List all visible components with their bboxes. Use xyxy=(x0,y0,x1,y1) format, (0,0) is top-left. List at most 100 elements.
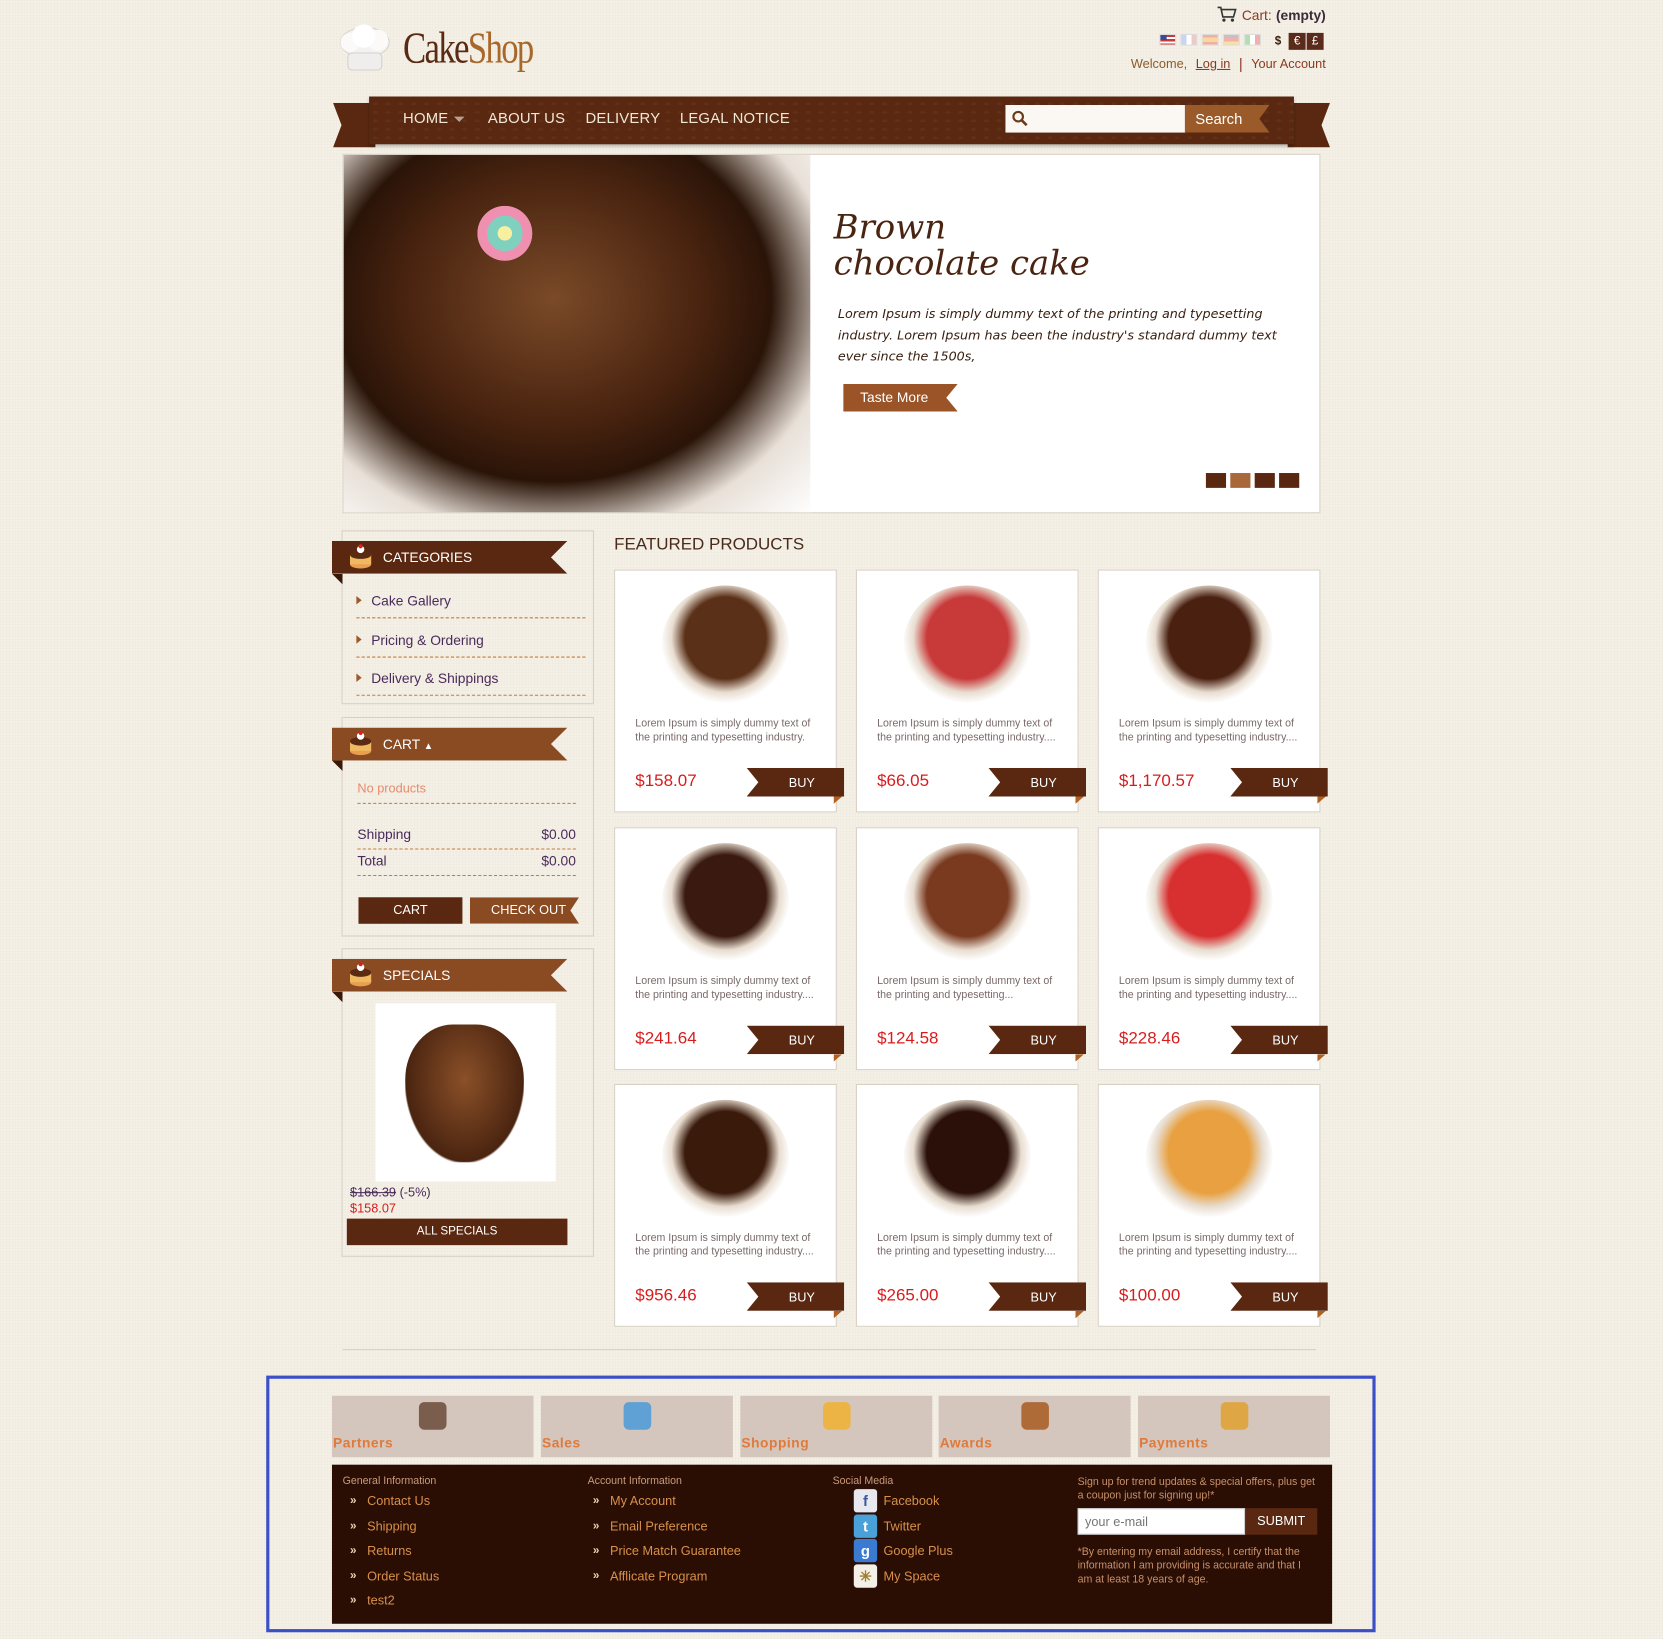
ribbon-fold xyxy=(1075,1054,1084,1062)
account-info-link[interactable]: » Afflicate Program xyxy=(593,1568,707,1583)
account-information-heading: Account Information xyxy=(587,1475,682,1487)
hero-flower-decoration xyxy=(477,205,533,261)
buy-button[interactable]: BUY xyxy=(746,767,845,797)
flag-fr-icon[interactable] xyxy=(1180,33,1198,46)
cake-icon xyxy=(347,730,375,758)
checkout-button[interactable]: CHECK OUT xyxy=(469,897,580,924)
newsletter-disclaimer: *By entering my email address, I certify… xyxy=(1077,1546,1302,1586)
footer-tile-sales[interactable]: Sales xyxy=(540,1395,733,1458)
product-image[interactable] xyxy=(1145,585,1273,703)
newsletter-submit-button[interactable]: SUBMIT xyxy=(1245,1508,1318,1535)
buy-button[interactable]: BUY xyxy=(1230,1282,1328,1311)
product-card: Lorem Ipsum is simply dummy text of the … xyxy=(614,569,845,813)
footer-tile-partners[interactable]: Partners xyxy=(331,1395,534,1458)
social-link[interactable]: g Google Plus xyxy=(853,1538,953,1563)
header-cart[interactable]: Cart: (empty) xyxy=(1216,5,1326,25)
cart-button[interactable]: CART xyxy=(358,897,463,924)
double-chevron-right-icon: » xyxy=(349,1494,357,1508)
ribbon-fold xyxy=(331,760,343,772)
social-link[interactable]: ✳ My Space xyxy=(853,1563,940,1588)
cart-status: (empty) xyxy=(1275,7,1326,24)
ribbon-fold xyxy=(331,573,343,585)
your-account-link[interactable]: Your Account xyxy=(1251,56,1326,71)
flag-it-icon[interactable] xyxy=(1244,33,1262,46)
social-link[interactable]: t Twitter xyxy=(853,1514,921,1538)
account-info-link[interactable]: » My Account xyxy=(593,1493,676,1508)
currency-gbp[interactable]: £ xyxy=(1306,32,1324,50)
search-button[interactable]: Search xyxy=(1184,104,1270,133)
nav-about-us[interactable]: ABOUT US xyxy=(488,109,565,126)
sales-icon xyxy=(623,1402,651,1430)
flag-us-icon[interactable] xyxy=(1159,33,1177,46)
featured-products-title: FEATURED PRODUCTS xyxy=(614,535,805,554)
nav-legal-notice[interactable]: LEGAL NOTICE xyxy=(680,109,790,126)
double-chevron-right-icon: » xyxy=(349,1519,357,1533)
taste-more-button[interactable]: Taste More xyxy=(843,383,958,412)
social-link[interactable]: f Facebook xyxy=(853,1489,939,1513)
buy-button[interactable]: BUY xyxy=(988,1282,1087,1311)
product-card: Lorem Ipsum is simply dummy text of the … xyxy=(614,827,845,1071)
product-image[interactable] xyxy=(903,843,1031,960)
footer-tile-awards[interactable]: Awards xyxy=(938,1395,1131,1458)
account-info-link[interactable]: » Email Preference xyxy=(593,1518,708,1533)
footer-tile-shopping[interactable]: Shopping xyxy=(740,1395,933,1458)
account-info-link[interactable]: » Price Match Guarantee xyxy=(593,1543,741,1558)
coins-icon xyxy=(1220,1402,1248,1430)
flag-es-icon[interactable] xyxy=(1201,33,1219,46)
product-image[interactable] xyxy=(903,1099,1031,1217)
slider-dot[interactable] xyxy=(1254,473,1275,488)
chef-hat-logo-icon[interactable] xyxy=(337,23,392,76)
login-link[interactable]: Log in xyxy=(1196,56,1231,71)
nav-delivery[interactable]: DELIVERY xyxy=(585,109,660,126)
general-info-link[interactable]: » Shipping xyxy=(350,1518,417,1533)
product-image[interactable] xyxy=(661,585,790,703)
double-chevron-right-icon: » xyxy=(349,1594,357,1607)
buy-button[interactable]: BUY xyxy=(746,1025,845,1055)
product-image[interactable] xyxy=(661,1099,790,1217)
general-info-link[interactable]: » Contact Us xyxy=(350,1493,430,1508)
product-image[interactable] xyxy=(1145,843,1273,960)
flag-de-icon[interactable] xyxy=(1222,33,1240,46)
special-old-price: $166.39 (-5%) xyxy=(349,1184,431,1200)
product-description: Lorem Ipsum is simply dummy text of the … xyxy=(877,975,1053,1002)
slider-dot[interactable] xyxy=(1205,473,1227,488)
hero-title: Brown chocolate cake xyxy=(833,206,1090,284)
product-card: Lorem Ipsum is simply dummy text of the … xyxy=(1097,1083,1328,1327)
product-description: Lorem Ipsum is simply dummy text of the … xyxy=(1118,975,1298,1002)
all-specials-button[interactable]: ALL SPECIALS xyxy=(346,1218,568,1246)
buy-button[interactable]: BUY xyxy=(1230,1025,1328,1055)
caret-up-icon: ▲ xyxy=(423,740,434,751)
general-info-link[interactable]: » test2 xyxy=(350,1593,395,1608)
hero-cake-image xyxy=(343,154,811,513)
general-info-link[interactable]: » Returns xyxy=(350,1543,412,1558)
product-image[interactable] xyxy=(1145,1099,1273,1217)
search-input[interactable] xyxy=(1005,104,1186,133)
product-card: Lorem Ipsum is simply dummy text of the … xyxy=(1097,827,1328,1071)
category-delivery-shippings[interactable]: Delivery & Shippings xyxy=(356,670,586,696)
general-info-link[interactable]: » Order Status xyxy=(350,1568,439,1583)
buy-button[interactable]: BUY xyxy=(988,1025,1087,1055)
buy-button[interactable]: BUY xyxy=(1230,767,1328,797)
nav-home[interactable]: HOME xyxy=(403,109,448,126)
product-card: Lorem Ipsum is simply dummy text of the … xyxy=(1097,569,1328,813)
footer-tile-payments[interactable]: Payments xyxy=(1138,1395,1330,1458)
slider-dot[interactable] xyxy=(1279,473,1300,488)
product-image[interactable] xyxy=(661,843,790,960)
myspace-icon: ✳ xyxy=(853,1563,878,1588)
chevron-down-icon[interactable] xyxy=(453,116,465,122)
currency-usd[interactable]: $ xyxy=(1270,33,1287,50)
ribbon-fold xyxy=(1317,1310,1326,1319)
product-image[interactable] xyxy=(903,585,1031,703)
currency-eur[interactable]: € xyxy=(1288,32,1306,50)
special-product-image[interactable] xyxy=(375,1003,556,1182)
cake-icon xyxy=(347,543,375,571)
slider-dot[interactable] xyxy=(1230,473,1251,488)
site-logo[interactable]: CakeShop xyxy=(403,23,534,74)
newsletter-email-input[interactable] xyxy=(1077,1508,1246,1535)
buy-button[interactable]: BUY xyxy=(746,1282,845,1311)
double-chevron-right-icon: » xyxy=(349,1569,357,1582)
cake-icon xyxy=(347,961,375,989)
category-pricing-ordering[interactable]: Pricing & Ordering xyxy=(356,632,586,658)
buy-button[interactable]: BUY xyxy=(988,767,1087,797)
category-cake-gallery[interactable]: Cake Gallery xyxy=(356,593,586,619)
